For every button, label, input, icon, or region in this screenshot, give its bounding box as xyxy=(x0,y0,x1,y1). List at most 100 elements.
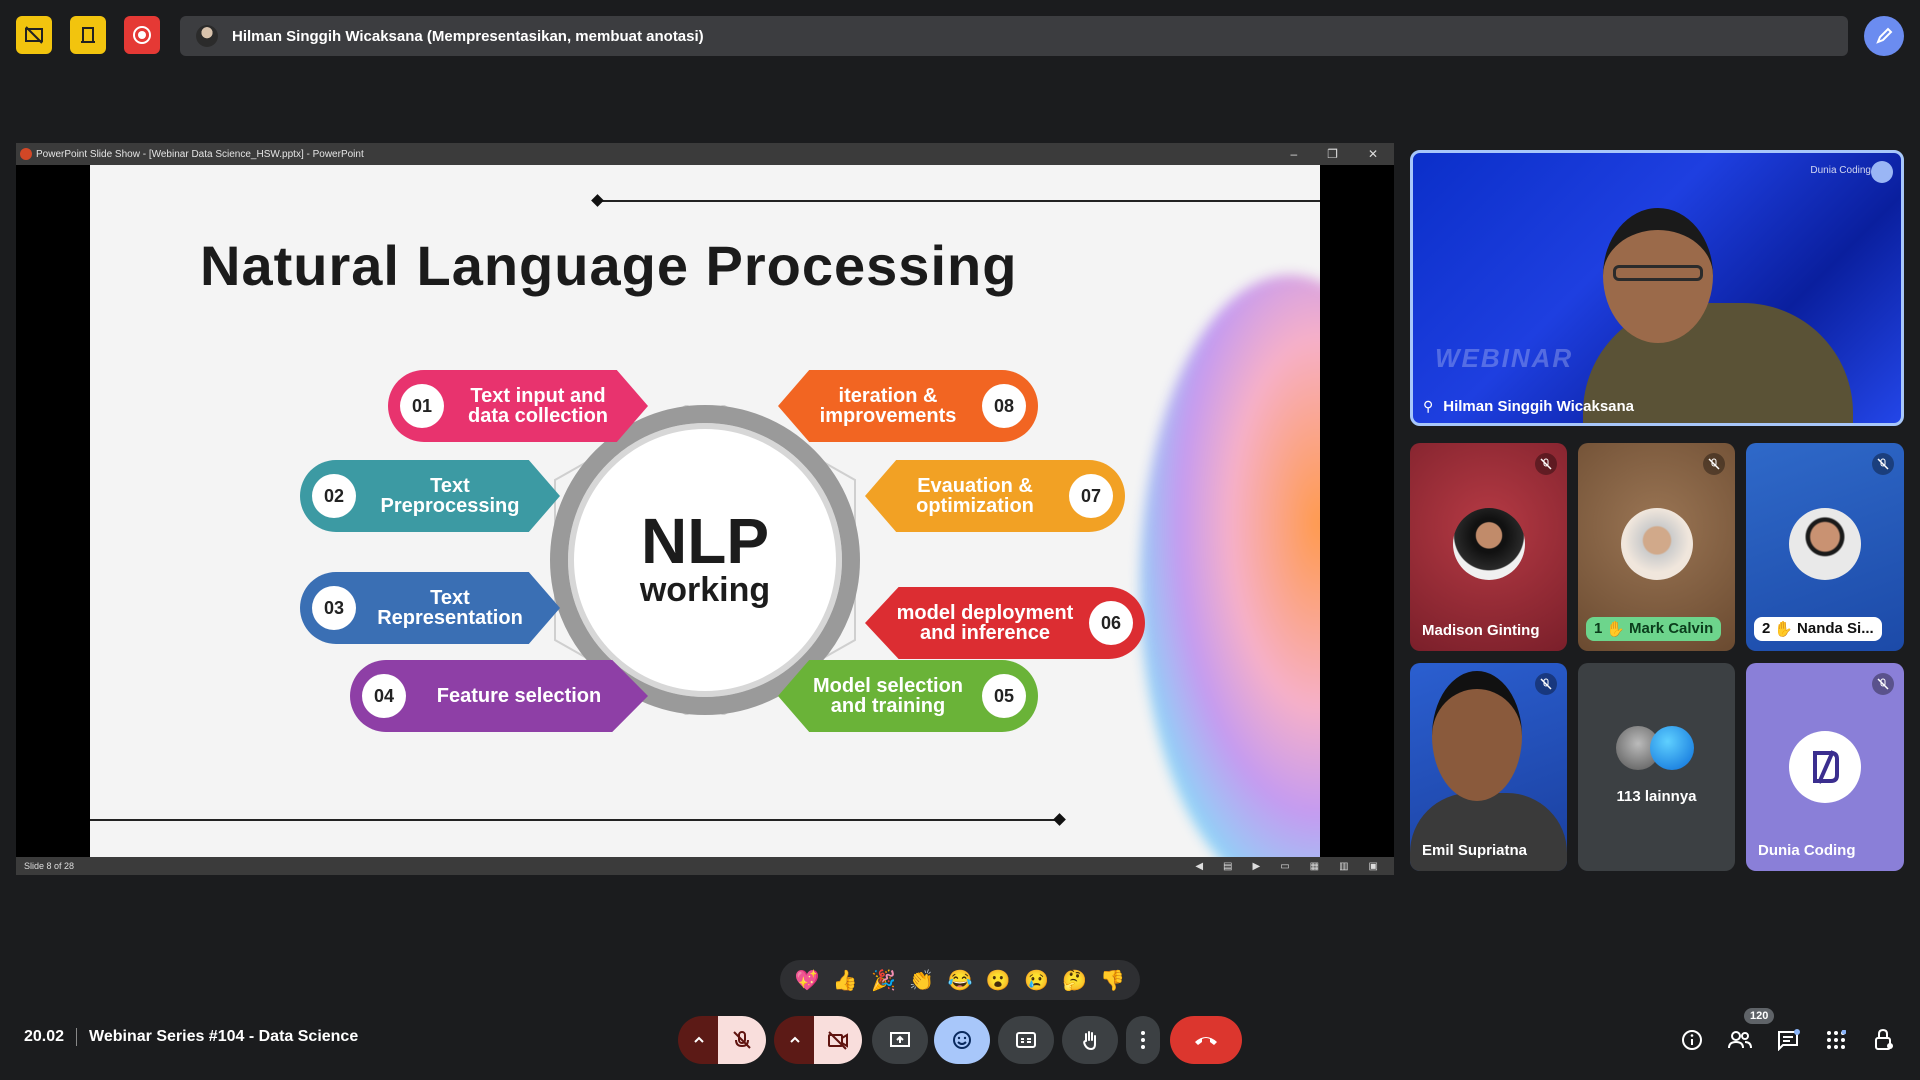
brand-watermark: Dunia Coding xyxy=(1810,165,1871,176)
apps-grid-icon xyxy=(1827,1030,1846,1049)
presenter-video-tile[interactable]: WEBINAR Dunia Coding ⚲ Hilman Singgih Wi… xyxy=(1410,150,1904,426)
info-icon xyxy=(1682,1030,1702,1050)
more-options-button[interactable] xyxy=(1126,1016,1160,1064)
reaction-party[interactable]: 🎉 xyxy=(871,968,896,993)
participant-tile[interactable]: 2 ✋ Nanda Si... xyxy=(1746,443,1904,651)
companion-mode-button[interactable] xyxy=(70,16,106,54)
video-options-button[interactable] xyxy=(774,1016,816,1064)
present-mode-button[interactable] xyxy=(16,16,52,54)
reaction-thinking[interactable]: 🤔 xyxy=(1062,968,1087,993)
notes-icon[interactable]: ▤ xyxy=(1223,861,1232,872)
slide-title: Natural Language Processing xyxy=(200,234,1018,297)
avatar xyxy=(1789,508,1861,580)
captions-button[interactable] xyxy=(998,1016,1054,1064)
presenter-glasses xyxy=(1613,265,1703,281)
participant-name: Nanda Si... xyxy=(1797,620,1874,637)
participant-tile[interactable]: 1 ✋ Mark Calvin xyxy=(1578,443,1735,651)
diamond-top xyxy=(591,194,604,207)
participant-tile[interactable]: Emil Supriatna xyxy=(1410,663,1567,871)
meeting-title: Webinar Series #104 - Data Science xyxy=(89,1028,359,1045)
powerpoint-logo-icon xyxy=(20,148,32,160)
step-01: 01 Text input and data collection xyxy=(388,370,648,442)
step-label: Evauation & optimization xyxy=(916,475,1034,517)
annotate-button[interactable] xyxy=(1864,16,1904,56)
normal-view-icon[interactable]: ▭ xyxy=(1280,861,1289,872)
slideshow-view-icon[interactable]: ▣ xyxy=(1369,861,1378,872)
audio-level-icon xyxy=(1871,161,1893,183)
step-label: iteration & improvements xyxy=(819,385,957,427)
participant-tile[interactable]: Madison Ginting xyxy=(1410,443,1567,651)
door-icon xyxy=(81,27,95,43)
chevron-up-icon xyxy=(694,1036,704,1043)
host-controls-button[interactable] xyxy=(1868,1028,1900,1052)
mic-off-icon xyxy=(733,1031,751,1049)
center-title: NLP xyxy=(641,504,769,577)
sorter-view-icon[interactable]: ▦ xyxy=(1310,861,1319,872)
mic-toggle-button[interactable] xyxy=(718,1016,766,1064)
close-icon[interactable]: ✕ xyxy=(1368,147,1378,161)
hang-up-icon xyxy=(1195,1037,1217,1045)
raised-hand-chip: 2 ✋ Nanda Si... xyxy=(1754,617,1882,641)
reaction-thumbs-up[interactable]: 👍 xyxy=(833,968,858,993)
restore-icon[interactable]: ❐ xyxy=(1327,147,1338,161)
diamond-bottom xyxy=(1053,813,1066,826)
reaction-sad[interactable]: 😢 xyxy=(1024,968,1049,993)
meeting-time: 20.02 xyxy=(24,1028,65,1045)
step-label: Text input and data collection xyxy=(467,385,609,427)
reading-view-icon[interactable]: ▥ xyxy=(1339,861,1348,872)
gradient-decoration xyxy=(1140,275,1320,857)
reaction-heart[interactable]: 💖 xyxy=(795,968,820,993)
people-button[interactable] xyxy=(1724,1028,1756,1052)
recording-button[interactable] xyxy=(124,16,160,54)
avatar xyxy=(1621,508,1693,580)
divider-bottom xyxy=(90,819,1060,821)
separator xyxy=(76,1028,78,1046)
presenter-name-row: ⚲ Hilman Singgih Wicaksana xyxy=(1423,398,1634,415)
slide-counter: Slide 8 of 28 xyxy=(24,861,75,871)
step-number: 04 xyxy=(362,674,406,718)
reactions-bar: 💖 👍 🎉 👏 😂 😮 😢 🤔 👎 xyxy=(780,960,1140,1000)
minimize-icon[interactable]: – xyxy=(1290,147,1297,161)
avatar xyxy=(1453,508,1525,580)
next-slide-icon[interactable]: ▶ xyxy=(1252,861,1260,872)
present-screen-button[interactable] xyxy=(872,1016,928,1064)
present-icon xyxy=(890,1032,910,1047)
end-call-button[interactable] xyxy=(1170,1016,1242,1064)
ppt-window-title: PowerPoint Slide Show - [Webinar Data Sc… xyxy=(36,148,364,160)
others-count: 113 lainnya xyxy=(1616,788,1697,805)
step-label: Model selection and training xyxy=(812,675,964,717)
chevron-up-icon xyxy=(790,1036,800,1043)
reaction-clap[interactable]: 👏 xyxy=(909,968,934,993)
mic-off-icon xyxy=(1703,453,1725,475)
audio-options-button[interactable] xyxy=(678,1016,720,1064)
center-subtitle: working xyxy=(639,570,771,609)
ppt-status-bar: Slide 8 of 28 ◀ ▤ ▶ ▭ ▦ ▥ ▣ xyxy=(16,857,1394,875)
chat-button[interactable] xyxy=(1772,1028,1804,1052)
activities-button[interactable] xyxy=(1820,1028,1852,1052)
hand-order: 2 xyxy=(1762,620,1771,637)
step-label: Text Representation xyxy=(377,587,523,629)
participant-tile[interactable]: Dunia Coding xyxy=(1746,663,1904,871)
reaction-surprised[interactable]: 😮 xyxy=(986,968,1011,993)
step-number: 03 xyxy=(312,586,356,630)
step-08: 08 iteration & improvements xyxy=(778,370,1038,442)
reactions-button[interactable] xyxy=(934,1016,990,1064)
raise-hand-button[interactable] xyxy=(1062,1016,1118,1064)
meeting-info: 20.02 Webinar Series #104 - Data Science xyxy=(24,1028,358,1046)
reaction-laugh[interactable]: 😂 xyxy=(948,968,973,993)
step-label: Feature selection xyxy=(436,685,602,707)
step-number: 05 xyxy=(982,674,1026,718)
meeting-details-button[interactable] xyxy=(1676,1028,1708,1052)
camera-toggle-button[interactable] xyxy=(814,1016,862,1064)
others-avatar-2 xyxy=(1650,726,1694,770)
captions-icon xyxy=(1016,1032,1036,1048)
hand-icon: ✋ xyxy=(1774,621,1794,638)
ppt-title-bar: PowerPoint Slide Show - [Webinar Data Sc… xyxy=(16,143,1394,165)
step-number: 02 xyxy=(312,474,356,518)
hand-order: 1 xyxy=(1594,620,1603,637)
others-tile[interactable]: 113 lainnya xyxy=(1578,663,1735,871)
step-02: 02 Text Preprocessing xyxy=(300,460,560,532)
prev-slide-icon[interactable]: ◀ xyxy=(1195,861,1203,872)
reaction-thumbs-down[interactable]: 👎 xyxy=(1100,968,1125,993)
step-number: 08 xyxy=(982,384,1026,428)
